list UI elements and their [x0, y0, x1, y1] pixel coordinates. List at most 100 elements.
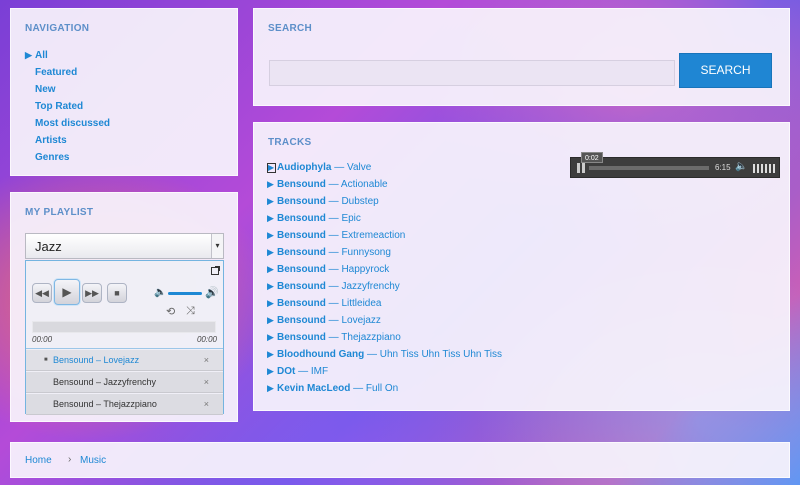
playlist-item[interactable]: Bensound – Thejazzpiano ×: [26, 394, 223, 415]
track-title[interactable]: Jazzyfrenchy: [341, 281, 399, 292]
track-title[interactable]: IMF: [311, 366, 328, 377]
remove-icon[interactable]: ×: [204, 350, 209, 371]
track-separator: —: [325, 332, 342, 343]
play-icon[interactable]: ▶: [267, 314, 277, 327]
play-icon[interactable]: ▶: [267, 212, 277, 225]
track-title[interactable]: Epic: [341, 213, 360, 224]
nav-item-most-discussed[interactable]: Most discussed: [25, 117, 110, 134]
active-arrow-icon: ▶: [25, 50, 32, 60]
track-artist[interactable]: Audiophyla: [277, 162, 331, 173]
play-icon[interactable]: ▶: [267, 263, 277, 276]
nav-item-top-rated[interactable]: Top Rated: [25, 100, 110, 117]
nav-item-featured[interactable]: Featured: [25, 66, 110, 83]
nav-item-new[interactable]: New: [25, 83, 110, 100]
nav-item-genres[interactable]: Genres: [25, 151, 110, 168]
play-icon[interactable]: ▶: [267, 229, 277, 242]
track-progress-bar[interactable]: [589, 166, 709, 170]
track-artist[interactable]: Bensound: [277, 247, 326, 258]
popout-icon[interactable]: [211, 266, 220, 275]
remove-icon[interactable]: ×: [204, 372, 209, 393]
search-input[interactable]: [269, 60, 675, 86]
stop-button[interactable]: ■: [107, 283, 127, 303]
playlist-item[interactable]: Bensound – Jazzyfrenchy ×: [26, 372, 223, 393]
volume-max-icon[interactable]: 🔊: [205, 286, 219, 299]
track-artist[interactable]: Bensound: [277, 213, 326, 224]
play-icon[interactable]: ▶: [267, 246, 277, 259]
track-item[interactable]: ▶ Bensound — Happyrock: [267, 263, 502, 280]
playlist-items: ■ Bensound – Lovejazz × Bensound – Jazzy…: [26, 350, 223, 416]
track-item[interactable]: ▶ Bensound — Funnysong: [267, 246, 502, 263]
track-title[interactable]: Thejazzpiano: [341, 332, 400, 343]
track-artist[interactable]: Bensound: [277, 179, 326, 190]
volume-level-icon[interactable]: [753, 164, 775, 173]
nav-item-all[interactable]: ▶ All: [25, 49, 110, 66]
breadcrumb: Home › Music: [10, 442, 790, 478]
track-title[interactable]: Dubstep: [341, 196, 378, 207]
track-item[interactable]: ▶ Audiophyla — Valve: [267, 161, 502, 178]
track-title[interactable]: Actionable: [341, 179, 388, 190]
next-button[interactable]: ▶▶: [82, 283, 102, 303]
play-icon[interactable]: ▶: [267, 195, 277, 208]
track-artist[interactable]: Bensound: [277, 230, 326, 241]
play-icon[interactable]: ▶: [267, 280, 277, 293]
track-title[interactable]: Full On: [366, 383, 398, 394]
remove-icon[interactable]: ×: [204, 394, 209, 415]
track-artist[interactable]: Bensound: [277, 281, 326, 292]
track-item[interactable]: ▶ Bensound — Actionable: [267, 178, 502, 195]
track-title[interactable]: Lovejazz: [341, 315, 380, 326]
search-button[interactable]: SEARCH: [679, 53, 772, 88]
play-icon[interactable]: ▶: [267, 297, 277, 310]
play-icon[interactable]: ▶: [267, 365, 277, 378]
track-item[interactable]: ▶ Bensound — Dubstep: [267, 195, 502, 212]
repeat-icon[interactable]: ⟲: [166, 305, 175, 318]
track-artist[interactable]: Bensound: [277, 264, 326, 275]
track-separator: —: [295, 366, 311, 377]
track-item[interactable]: ▶ Bensound — Jazzyfrenchy: [267, 280, 502, 297]
mute-icon[interactable]: 🔈: [154, 287, 166, 298]
track-item[interactable]: ▶ Bensound — Extremeaction: [267, 229, 502, 246]
track-item[interactable]: ▶ Bensound — Lovejazz: [267, 314, 502, 331]
track-title[interactable]: Valve: [347, 162, 371, 173]
genre-select[interactable]: Jazz ▾: [25, 233, 224, 259]
track-title[interactable]: Uhn Tiss Uhn Tiss Uhn Tiss: [380, 349, 502, 360]
play-button[interactable]: ▶: [54, 279, 80, 305]
speaker-icon[interactable]: 🔈: [735, 161, 747, 172]
track-artist[interactable]: Bensound: [277, 298, 326, 309]
previous-button[interactable]: ◀◀: [32, 283, 52, 303]
track-title[interactable]: Littleidea: [341, 298, 381, 309]
seek-bar[interactable]: [32, 321, 216, 333]
track-title[interactable]: Happyrock: [341, 264, 389, 275]
track-item[interactable]: ▶ Kevin MacLeod — Full On: [267, 382, 502, 399]
breadcrumb-current: Music: [80, 455, 107, 466]
track-artist[interactable]: Bensound: [277, 196, 326, 207]
nav-item-artists[interactable]: Artists: [25, 134, 110, 151]
track-item[interactable]: ▶ Bensound — Epic: [267, 212, 502, 229]
play-icon[interactable]: ▶: [267, 163, 276, 173]
track-artist[interactable]: Kevin MacLeod: [277, 383, 350, 394]
pause-icon[interactable]: [577, 163, 585, 173]
breadcrumb-home[interactable]: Home: [25, 455, 52, 466]
playlist-item-active[interactable]: ■ Bensound – Lovejazz ×: [26, 350, 223, 371]
play-icon[interactable]: ▶: [267, 382, 277, 395]
track-item[interactable]: ▶ DOt — IMF: [267, 365, 502, 382]
navigation-list: ▶ All Featured New Top Rated Most discuss…: [25, 49, 110, 168]
track-artist[interactable]: Bensound: [277, 315, 326, 326]
track-item[interactable]: ▶ Bensound — Thejazzpiano: [267, 331, 502, 348]
track-separator: —: [350, 383, 366, 394]
track-duration: 6:15: [715, 163, 731, 172]
chevron-down-icon[interactable]: ▾: [211, 234, 223, 258]
track-item[interactable]: ▶ Bloodhound Gang — Uhn Tiss Uhn Tiss Uhn…: [267, 348, 502, 365]
volume-slider[interactable]: [168, 292, 202, 295]
track-title[interactable]: Funnysong: [341, 247, 390, 258]
track-artist[interactable]: Bensound: [277, 332, 326, 343]
shuffle-icon[interactable]: ⤨: [186, 305, 195, 318]
track-item[interactable]: ▶ Bensound — Littleidea: [267, 297, 502, 314]
track-artist[interactable]: Bloodhound Gang: [277, 349, 364, 360]
track-title[interactable]: Extremeaction: [341, 230, 405, 241]
play-icon[interactable]: ▶: [267, 348, 277, 361]
play-icon[interactable]: ▶: [267, 331, 277, 344]
play-icon[interactable]: ▶: [267, 178, 277, 191]
track-separator: —: [325, 247, 342, 258]
track-artist[interactable]: DOt: [277, 366, 295, 377]
track-separator: —: [325, 298, 342, 309]
